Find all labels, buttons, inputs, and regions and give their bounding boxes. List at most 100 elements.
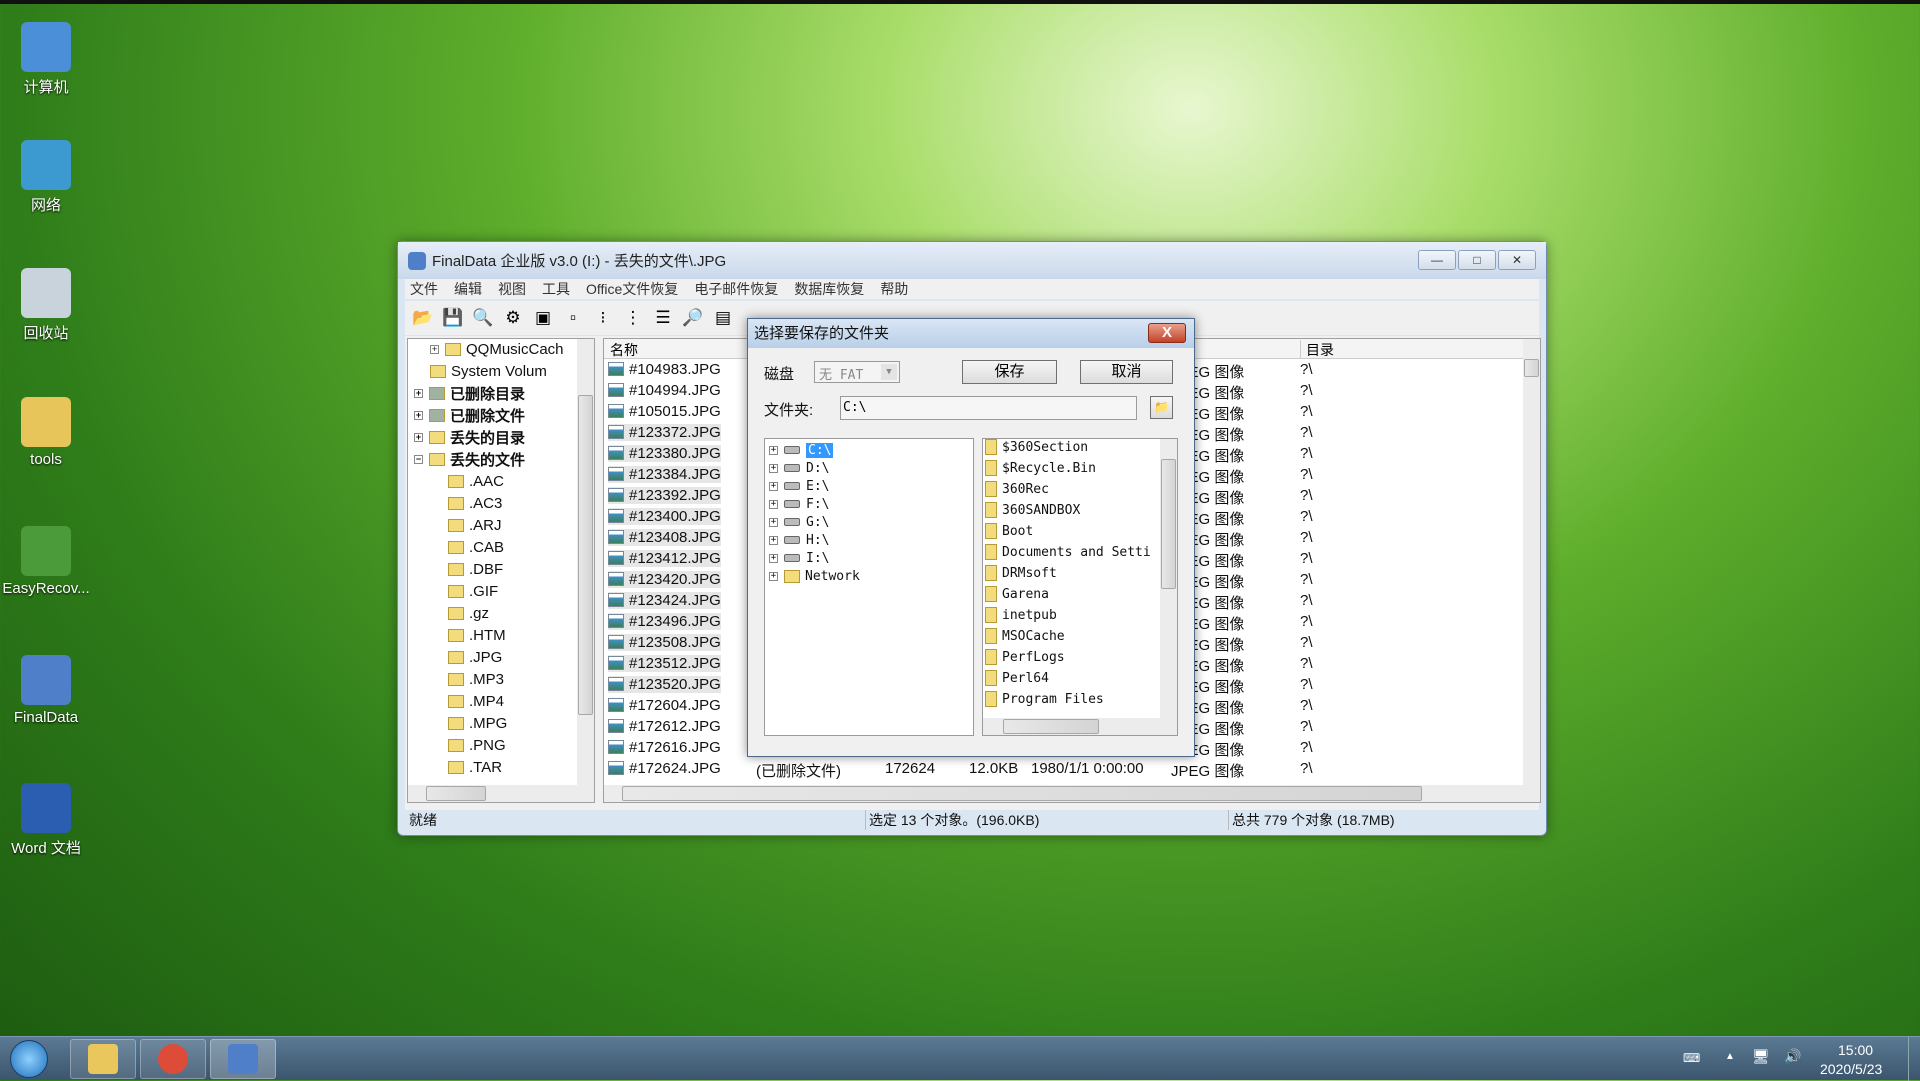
tree-node[interactable]: .MP3 (448, 668, 504, 690)
tree-node[interactable]: .TAR (448, 756, 502, 778)
network-tray-icon[interactable]: 🖥 (1752, 1048, 1770, 1065)
tree-node[interactable]: .MPG (448, 712, 507, 734)
keyboard-icon[interactable]: ⌨ (1683, 1051, 1700, 1065)
save-button[interactable]: 保存 (962, 360, 1057, 384)
toolbar-button[interactable]: ▤ (710, 305, 736, 331)
expand-toggle[interactable]: + (769, 553, 778, 563)
expand-toggle[interactable]: + (769, 463, 778, 473)
tree-horizontal-scrollbar[interactable] (408, 785, 594, 802)
minimize-button[interactable]: — (1418, 250, 1456, 270)
expand-toggle[interactable]: + (414, 410, 423, 420)
tree-node[interactable]: .AC3 (448, 492, 502, 514)
toolbar-button[interactable]: ▫ (560, 305, 586, 331)
menu-item[interactable]: 文件 (410, 279, 438, 299)
folder-list-vertical-scrollbar[interactable] (1160, 439, 1177, 718)
menu-item[interactable]: 工具 (542, 279, 570, 299)
tree-node[interactable]: .GIF (448, 580, 498, 602)
desktop-icon[interactable]: 回收站 (0, 268, 92, 343)
tree-node[interactable]: .ARJ (448, 514, 502, 536)
tree-node[interactable]: + 已删除目录 (414, 382, 525, 404)
taskbar-item[interactable] (70, 1039, 136, 1079)
dialog-close-button[interactable]: X (1148, 323, 1186, 343)
expand-toggle[interactable]: + (769, 517, 778, 527)
volume-icon[interactable]: 🔊 (1784, 1048, 1801, 1065)
desktop-icon[interactable]: 计算机 (0, 22, 92, 97)
toolbar-button[interactable]: ⚙ (500, 305, 526, 331)
tree-node[interactable]: .gz (448, 602, 489, 624)
drive-tree[interactable]: + C:\ + D:\ + E:\ + F:\ + G:\ + H:\ + I:\ + Network (764, 438, 974, 736)
show-desktop-button[interactable] (1908, 1037, 1920, 1081)
expand-toggle[interactable]: + (769, 571, 778, 581)
menu-item[interactable]: 电子邮件恢复 (694, 279, 778, 299)
show-hidden-icons-icon[interactable]: ▲ (1725, 1051, 1735, 1062)
menu-item[interactable]: 视图 (498, 279, 526, 299)
list-horizontal-scrollbar[interactable] (604, 785, 1540, 802)
expand-toggle[interactable]: + (414, 432, 423, 442)
desktop-icon[interactable]: 网络 (0, 140, 92, 215)
tree-node[interactable]: + 已删除文件 (414, 404, 525, 426)
folder-item[interactable]: $Recycle.Bin (985, 457, 1096, 479)
folder-item[interactable]: Documents and Setti (985, 541, 1151, 563)
start-button[interactable] (10, 1040, 48, 1078)
toolbar-button[interactable]: 🔍 (470, 305, 496, 331)
folder-item[interactable]: Program Files (985, 688, 1104, 710)
folder-item[interactable]: Boot (985, 520, 1033, 542)
menu-item[interactable]: 编辑 (454, 279, 482, 299)
desktop-icon[interactable]: tools (0, 397, 92, 468)
expand-toggle[interactable]: − (414, 454, 423, 464)
maximize-button[interactable]: □ (1458, 250, 1496, 270)
menu-item[interactable]: Office文件恢复 (586, 279, 678, 299)
menu-item[interactable]: 数据库恢复 (794, 279, 864, 299)
toolbar-button[interactable]: 📂 (410, 305, 436, 331)
menu-item[interactable]: 帮助 (880, 279, 908, 299)
drive-node[interactable]: + Network (769, 565, 860, 587)
toolbar-button[interactable]: 🔎 (680, 305, 706, 331)
folder-item[interactable]: DRMsoft (985, 562, 1057, 584)
tree-node[interactable]: .JPG (448, 646, 502, 668)
toolbar-button[interactable]: ▣ (530, 305, 556, 331)
folder-list[interactable]: Program Files Perl64 PerfLogs MSOCache inetp… (982, 438, 1178, 736)
desktop-icon[interactable]: FinalData (0, 655, 92, 726)
new-folder-button[interactable]: 📁 (1150, 396, 1173, 419)
folder-item[interactable]: $360Section (985, 439, 1088, 458)
table-row[interactable]: #172624.JPG (已删除文件) 172624 12.0KB 1980/1/1 0… (604, 759, 1523, 780)
folder-item[interactable]: MSOCache (985, 625, 1065, 647)
close-button[interactable]: ✕ (1498, 250, 1536, 270)
folder-input[interactable]: C:\ (840, 396, 1137, 420)
cancel-button[interactable]: 取消 (1080, 360, 1173, 384)
disk-select[interactable]: 无 FAT ▼ (814, 361, 900, 383)
taskbar-item[interactable] (140, 1039, 206, 1079)
desktop-icon[interactable]: Word 文档 (0, 783, 92, 858)
expand-toggle[interactable]: + (414, 388, 423, 398)
folder-item[interactable]: inetpub (985, 604, 1057, 626)
taskbar-item[interactable] (210, 1039, 276, 1079)
folder-item[interactable]: Garena (985, 583, 1049, 605)
clock-date[interactable]: 2020/5/23 (1820, 1061, 1882, 1077)
tree-node[interactable]: .MP4 (448, 690, 504, 712)
column-name[interactable]: 名称 (610, 340, 638, 360)
tree-node[interactable]: + 丢失的目录 (414, 426, 525, 448)
expand-toggle[interactable]: + (769, 499, 778, 509)
toolbar-button[interactable]: ⋮ (620, 305, 646, 331)
list-vertical-scrollbar[interactable] (1523, 339, 1540, 785)
toolbar-button[interactable]: ☰ (650, 305, 676, 331)
expand-toggle[interactable]: + (430, 344, 439, 354)
expand-toggle[interactable]: + (769, 535, 778, 545)
folder-item[interactable]: Perl64 (985, 667, 1049, 689)
tree-node[interactable]: .CAB (448, 536, 504, 558)
folder-item[interactable]: PerfLogs (985, 646, 1065, 668)
tree-node[interactable]: .DBF (448, 558, 503, 580)
clock-time[interactable]: 15:00 (1838, 1042, 1873, 1058)
title-bar[interactable]: FinalData 企业版 v3.0 (I:) - 丢失的文件\.JPG (398, 242, 1546, 279)
tree-node[interactable]: System Volum (430, 360, 547, 382)
tree-node[interactable]: − 丢失的文件 (414, 448, 525, 470)
tree-node[interactable]: .PNG (448, 734, 506, 756)
expand-toggle[interactable]: + (769, 445, 778, 455)
desktop-icon[interactable]: EasyRecov... (0, 526, 92, 597)
folder-list-horizontal-scrollbar[interactable] (983, 718, 1177, 735)
toolbar-button[interactable]: ⁝ (590, 305, 616, 331)
folder-item[interactable]: 360SANDBOX (985, 499, 1080, 521)
tree-node[interactable]: + QQMusicCach (430, 339, 564, 360)
column-dir[interactable]: 目录 (1300, 340, 1334, 358)
folder-tree[interactable]: .TAR .PNG .MPG .MP4 .MP3 .JPG .HTM .gz .GIF .DBF.… (407, 338, 595, 803)
